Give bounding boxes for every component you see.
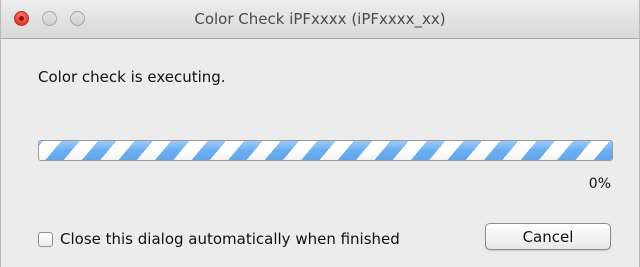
color-check-dialog: Color Check iPFxxxx (iPFxxxx_xx) Color c… — [0, 0, 640, 267]
cancel-button[interactable]: Cancel — [485, 223, 611, 250]
title-bar[interactable]: Color Check iPFxxxx (iPFxxxx_xx) — [1, 0, 639, 39]
auto-close-checkbox[interactable] — [38, 231, 53, 247]
progress-bar — [38, 140, 613, 161]
window-title: Color Check iPFxxxx (iPFxxxx_xx) — [194, 10, 446, 28]
progress-bar-fill — [39, 141, 612, 160]
progress-percent: 0% — [588, 176, 611, 192]
status-message: Color check is executing. — [38, 68, 226, 86]
auto-close-label[interactable]: Close this dialog automatically when fin… — [60, 230, 400, 248]
auto-close-option[interactable]: Close this dialog automatically when fin… — [38, 230, 400, 248]
